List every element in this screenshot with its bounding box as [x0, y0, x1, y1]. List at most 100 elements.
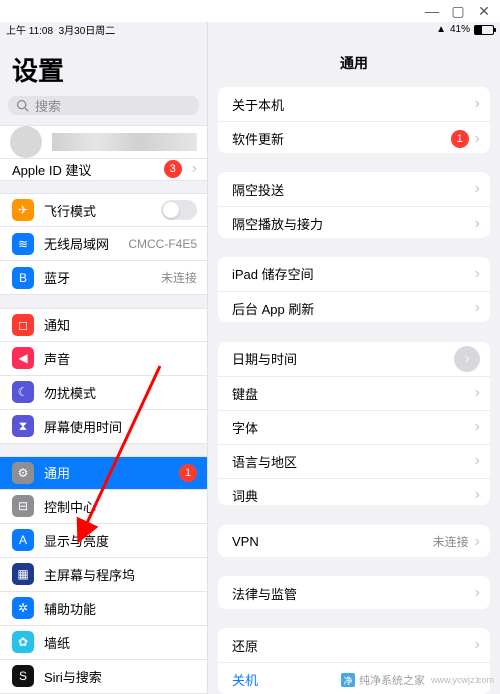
group-airdrop: 隔空投送 › 隔空播放与接力 › — [218, 172, 490, 237]
watermark-url: www.ycwjz.com — [431, 675, 494, 685]
window-titlebar: — ▢ ✕ — [0, 0, 500, 22]
row-icon: ▦ — [12, 563, 34, 585]
row-label: 墙纸 — [44, 633, 197, 652]
badge: 1 — [451, 130, 469, 148]
chevron-right-icon: › — [475, 486, 480, 504]
detail-row[interactable]: VPN 未连接› — [218, 525, 490, 558]
row-label: 辅助功能 — [44, 599, 197, 618]
detail-row[interactable]: 关于本机 › — [218, 87, 490, 121]
detail-row[interactable]: 软件更新 1› — [218, 121, 490, 152]
sidebar-item[interactable]: ◻ 通知 — [0, 308, 207, 342]
sidebar-item[interactable]: ✿ 墙纸 — [0, 626, 207, 660]
row-label: iPad 储存空间 — [232, 264, 475, 283]
sidebar-item[interactable]: ⧗ 屏幕使用时间 — [0, 410, 207, 444]
detail-row[interactable]: 语言与地区 › — [218, 444, 490, 478]
detail-row[interactable]: 字体 › — [218, 410, 490, 444]
row-label: 通用 — [44, 463, 169, 482]
detail-row[interactable]: 还原 › — [218, 628, 490, 662]
row-label: 还原 — [232, 636, 475, 655]
detail-row[interactable]: iPad 储存空间 › — [218, 257, 490, 291]
badge: 3 — [164, 160, 182, 178]
row-label: 控制中心 — [44, 497, 197, 516]
sidebar-item[interactable]: ⚙ 通用 1 — [0, 456, 207, 490]
row-label: 蓝牙 — [44, 268, 151, 287]
sidebar-item[interactable]: ✈ 飞行模式 — [0, 193, 207, 227]
chevron-right-icon: › — [475, 452, 480, 470]
status-bar-left: 上午 11:08 3月30日周二 — [0, 22, 207, 37]
status-time: 上午 11:08 — [6, 22, 53, 37]
group-locale: 日期与时间 › 键盘 › 字体 › 语言与地区 › 词典 › — [218, 342, 490, 506]
chevron-right-icon: › — [475, 636, 480, 654]
detail-row[interactable]: 后台 App 刷新 › — [218, 291, 490, 322]
detail-row[interactable]: 隔空投送 › — [218, 172, 490, 206]
sidebar-item[interactable]: ⊟ 控制中心 — [0, 490, 207, 524]
sidebar-item[interactable]: ☾ 勿扰模式 — [0, 376, 207, 410]
watermark-text: 纯净系统之家 — [359, 672, 425, 688]
row-label: 无线局域网 — [44, 234, 118, 253]
sidebar-item[interactable]: ✲ 辅助功能 — [0, 592, 207, 626]
detail-row[interactable]: 法律与监管 › — [218, 576, 490, 609]
chevron-right-icon: › — [475, 180, 480, 198]
detail-row[interactable]: 键盘 › — [218, 376, 490, 410]
row-label: 通知 — [44, 315, 197, 334]
row-value: 未连接 — [161, 269, 197, 286]
group-storage: iPad 储存空间 › 后台 App 刷新 › — [218, 257, 490, 322]
close-button[interactable]: ✕ — [478, 5, 490, 17]
row-value: 未连接 — [433, 533, 469, 550]
status-bar-right: ▲ 41% — [208, 22, 500, 37]
wifi-icon: ▲ — [436, 24, 446, 35]
sidebar-item[interactable]: B 蓝牙 未连接 — [0, 261, 207, 295]
chevron-right-icon: › — [475, 299, 480, 317]
profile-row[interactable] — [0, 125, 207, 159]
group-about: 关于本机 › 软件更新 1› — [218, 87, 490, 152]
row-icon: A — [12, 529, 34, 551]
minimize-button[interactable]: — — [426, 5, 438, 17]
detail-title: 通用 — [208, 37, 500, 87]
chevron-right-icon: › — [475, 584, 480, 602]
toggle-switch[interactable] — [161, 200, 197, 220]
chevron-right-icon: › — [475, 95, 480, 113]
sidebar-item[interactable]: A 显示与亮度 — [0, 524, 207, 558]
sidebar-item[interactable]: ◀ 声音 — [0, 342, 207, 376]
row-label: 隔空播放与接力 — [232, 214, 475, 233]
sidebar-item[interactable]: S Siri与搜索 — [0, 660, 207, 694]
profile-name-blurred — [52, 133, 197, 151]
battery-icon — [474, 25, 494, 35]
maximize-button[interactable]: ▢ — [452, 5, 464, 17]
row-label: 勿扰模式 — [44, 383, 197, 402]
row-label: 主屏幕与程序坞 — [44, 565, 197, 584]
row-icon: ⧗ — [12, 415, 34, 437]
row-label: 法律与监管 — [232, 584, 475, 603]
status-date: 3月30日周二 — [59, 22, 116, 37]
row-label: Siri与搜索 — [44, 667, 197, 686]
chevron-right-icon: › — [475, 215, 480, 233]
search-icon — [16, 99, 29, 112]
chevron-right-icon: › — [454, 346, 480, 372]
row-value: CMCC-F4E5 — [128, 237, 197, 251]
row-label: 显示与亮度 — [44, 531, 197, 550]
group-legal: 法律与监管 › — [218, 576, 490, 609]
row-label: 声音 — [44, 349, 197, 368]
apple-id-suggestions[interactable]: Apple ID 建议 3 › — [0, 159, 207, 181]
chevron-right-icon: › — [192, 160, 197, 178]
row-label: 字体 — [232, 418, 475, 437]
row-icon: ✿ — [12, 631, 34, 653]
row-label: 键盘 — [232, 384, 475, 403]
row-label: 屏幕使用时间 — [44, 417, 197, 436]
row-label: 后台 App 刷新 — [232, 299, 475, 318]
detail-row[interactable]: 日期与时间 › — [218, 342, 490, 376]
search-input[interactable]: 搜索 — [8, 96, 199, 115]
search-placeholder: 搜索 — [35, 96, 61, 115]
row-label: VPN — [232, 534, 433, 549]
sidebar-item[interactable]: ≋ 无线局域网 CMCC-F4E5 — [0, 227, 207, 261]
row-icon: ☾ — [12, 381, 34, 403]
sidebar-item[interactable]: ▦ 主屏幕与程序坞 — [0, 558, 207, 592]
settings-title: 设置 — [0, 37, 207, 96]
chevron-right-icon: › — [475, 384, 480, 402]
row-label: 隔空投送 — [232, 180, 475, 199]
row-label: 语言与地区 — [232, 452, 475, 471]
row-icon: ⊟ — [12, 495, 34, 517]
detail-row[interactable]: 词典 › — [218, 478, 490, 506]
row-label: 飞行模式 — [44, 201, 151, 220]
detail-row[interactable]: 隔空播放与接力 › — [218, 206, 490, 237]
